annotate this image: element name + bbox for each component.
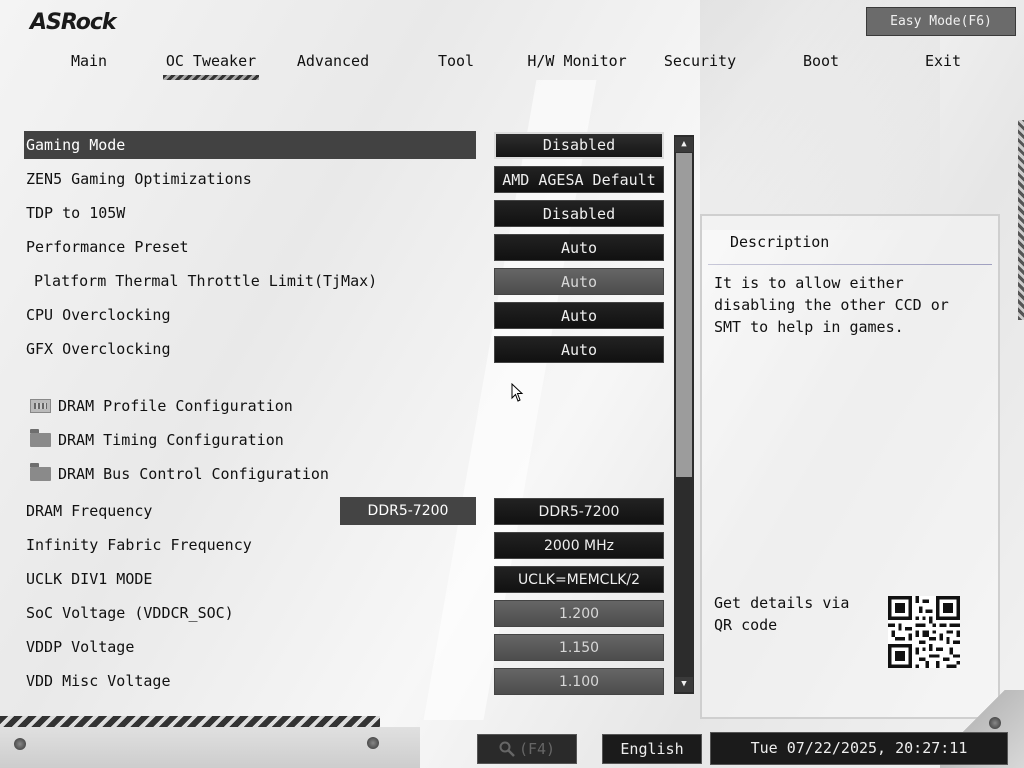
setting-label: VDD Misc Voltage — [26, 672, 171, 690]
description-title: Description — [730, 233, 830, 251]
search-shortcut-label: (F4) — [518, 740, 556, 758]
tab-advanced[interactable]: Advanced — [290, 52, 376, 80]
setting-row-vddp-voltage: VDDP Voltage 1.150 — [24, 633, 674, 661]
footer-hazard-stripes — [0, 716, 380, 727]
screw-icon — [367, 737, 379, 749]
setting-row-gaming-mode[interactable]: Gaming Mode Disabled — [24, 131, 674, 159]
tab-security[interactable]: Security — [660, 52, 740, 80]
date-time-display: Tue 07/22/2025, 20:27:11 — [710, 732, 1008, 765]
tab-main[interactable]: Main — [56, 52, 122, 80]
description-divider — [708, 264, 992, 265]
settings-scrollbar[interactable]: ▲ ▼ — [674, 135, 694, 694]
setting-row-dram-frequency[interactable]: DRAM Frequency DDR5-7200 DDR5-7200 — [24, 497, 674, 525]
setting-label: VDDP Voltage — [26, 638, 135, 656]
dram-frequency-value[interactable]: DDR5-7200 — [494, 498, 664, 525]
tab-tool[interactable]: Tool — [425, 52, 487, 80]
setting-label: ZEN5 Gaming Optimizations — [26, 170, 252, 188]
submenu-label: DRAM Bus Control Configuration — [58, 465, 329, 483]
setting-row-performance-preset[interactable]: Performance Preset Auto — [24, 233, 674, 261]
setting-label: UCLK DIV1 MODE — [26, 570, 153, 588]
setting-label: SoC Voltage (VDDCR_SOC) — [26, 604, 234, 622]
setting-row-infinity-fabric-frequency[interactable]: Infinity Fabric Frequency 2000 MHz — [24, 531, 674, 559]
easy-mode-button[interactable]: Easy Mode(F6) — [866, 7, 1016, 36]
search-button[interactable]: (F4) — [477, 734, 577, 764]
tab-boot[interactable]: Boot — [795, 52, 847, 80]
setting-row-vdd-misc-voltage: VDD Misc Voltage 1.100 — [24, 667, 674, 695]
submenu-dram-profile-configuration[interactable]: DRAM Profile Configuration — [24, 392, 674, 420]
qr-code-icon — [888, 596, 960, 668]
search-icon — [499, 741, 515, 757]
setting-label: GFX Overclocking — [26, 340, 171, 358]
setting-label: Gaming Mode — [26, 136, 126, 154]
gaming-mode-value[interactable]: Disabled — [494, 132, 664, 159]
platform-thermal-throttle-limit-value: Auto — [494, 268, 664, 295]
scroll-down-arrow-icon[interactable]: ▼ — [675, 677, 693, 692]
language-button[interactable]: English — [602, 734, 702, 764]
main-tab-bar: Main OC Tweaker Advanced Tool H/W Monito… — [0, 52, 1024, 82]
submenu-dram-timing-configuration[interactable]: DRAM Timing Configuration — [24, 426, 674, 454]
setting-label: DRAM Frequency — [26, 502, 153, 520]
setting-label: CPU Overclocking — [26, 306, 171, 324]
cpu-overclocking-value[interactable]: Auto — [494, 302, 664, 329]
gfx-overclocking-value[interactable]: Auto — [494, 336, 664, 363]
performance-preset-value[interactable]: Auto — [494, 234, 664, 261]
setting-row-platform-thermal-throttle-limit: Platform Thermal Throttle Limit(TjMax) A… — [24, 267, 674, 295]
setting-row-gfx-overclocking[interactable]: GFX Overclocking Auto — [24, 335, 674, 363]
description-text: It is to allow either disabling the othe… — [714, 274, 949, 336]
dram-frequency-current-value: DDR5-7200 — [340, 497, 476, 525]
folder-icon — [30, 463, 51, 481]
asrock-logo: ASRock — [30, 10, 117, 35]
soc-voltage-value: 1.200 — [494, 600, 664, 627]
footer-plate — [0, 727, 420, 768]
scrollbar-thumb[interactable] — [676, 153, 692, 477]
setting-row-cpu-overclocking[interactable]: CPU Overclocking Auto — [24, 301, 674, 329]
setting-label: Infinity Fabric Frequency — [26, 536, 252, 554]
setting-row-uclk-div1-mode[interactable]: UCLK DIV1 MODE UCLK=MEMCLK/2 — [24, 565, 674, 593]
memory-module-icon — [30, 399, 51, 413]
folder-icon — [30, 429, 51, 447]
description-panel: Description It is to allow either disabl… — [700, 214, 1000, 719]
uclk-div1-mode-value[interactable]: UCLK=MEMCLK/2 — [494, 566, 664, 593]
screw-icon — [14, 738, 26, 750]
tab-exit[interactable]: Exit — [918, 52, 968, 80]
setting-label: TDP to 105W — [26, 204, 126, 222]
right-edge-decoration — [1018, 120, 1024, 320]
setting-row-soc-voltage: SoC Voltage (VDDCR_SOC) 1.200 — [24, 599, 674, 627]
submenu-label: DRAM Timing Configuration — [58, 431, 284, 449]
tab-hw-monitor[interactable]: H/W Monitor — [525, 52, 629, 80]
screw-icon — [989, 717, 1001, 729]
tdp-to-105w-value[interactable]: Disabled — [494, 200, 664, 227]
submenu-label: DRAM Profile Configuration — [58, 397, 293, 415]
setting-row-zen5-gaming-optimizations[interactable]: ZEN5 Gaming Optimizations AMD AGESA Defa… — [24, 165, 674, 193]
qr-hint-text: Get details via QR code — [714, 594, 850, 634]
settings-list: Gaming Mode Disabled ZEN5 Gaming Optimiz… — [24, 131, 674, 696]
infinity-fabric-frequency-value[interactable]: 2000 MHz — [494, 532, 664, 559]
vddp-voltage-value: 1.150 — [494, 634, 664, 661]
zen5-gaming-optimizations-value[interactable]: AMD AGESA Default — [494, 166, 664, 193]
setting-row-tdp-to-105w[interactable]: TDP to 105W Disabled — [24, 199, 674, 227]
submenu-dram-bus-control-configuration[interactable]: DRAM Bus Control Configuration — [24, 460, 674, 488]
setting-label: Platform Thermal Throttle Limit(TjMax) — [34, 272, 378, 290]
mouse-cursor-icon — [511, 383, 524, 402]
vdd-misc-voltage-value: 1.100 — [494, 668, 664, 695]
setting-label: Performance Preset — [26, 238, 189, 256]
tab-oc-tweaker[interactable]: OC Tweaker — [163, 52, 259, 80]
scroll-up-arrow-icon[interactable]: ▲ — [675, 137, 693, 152]
